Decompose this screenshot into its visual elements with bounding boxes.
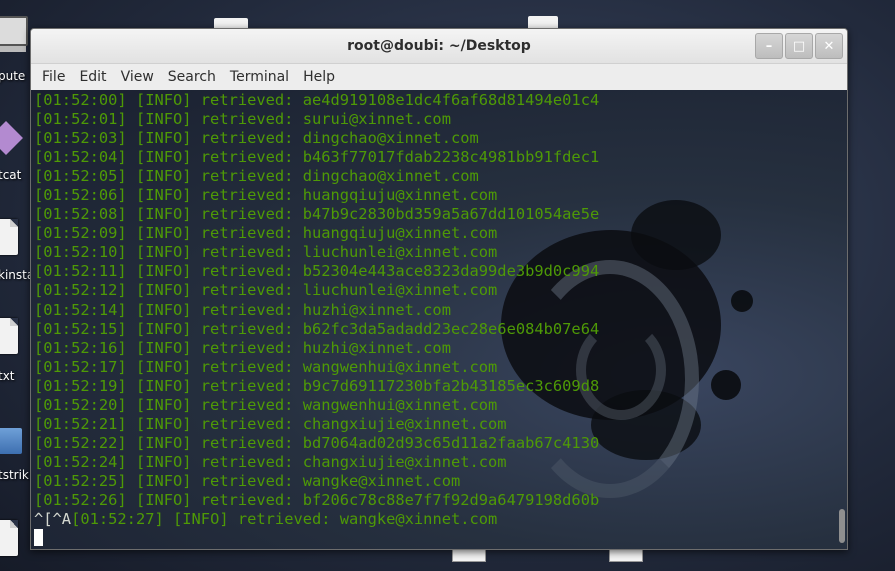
window-title: root@doubi: ~/Desktop	[347, 38, 531, 54]
control-sequence: ^[^A	[34, 510, 72, 529]
menu-view[interactable]: View	[114, 69, 161, 85]
terminal-line: [01:52:11] [INFO] retrieved: b52304e443a…	[34, 262, 600, 281]
terminal-line: [01:52:06] [INFO] retrieved: huangqiuju@…	[34, 186, 498, 205]
terminal-line: [01:52:14] [INFO] retrieved: huzhi@xinne…	[34, 300, 451, 319]
terminal-lines: [01:52:00] [INFO] retrieved: ae4d919108e…	[34, 91, 599, 548]
desktop-icon-label: tcat	[0, 168, 22, 182]
maximize-button[interactable]: □	[785, 33, 813, 59]
terminal-line: [01:52:10] [INFO] retrieved: liuchunlei@…	[34, 243, 498, 262]
menu-edit[interactable]: Edit	[72, 69, 113, 85]
terminal-line: [01:52:00] [INFO] retrieved: ae4d919108e…	[34, 91, 600, 109]
desktop-icon-label: txt	[0, 369, 15, 383]
terminal-line: [01:52:16] [INFO] retrieved: huzhi@xinne…	[34, 338, 451, 357]
terminal-line: [01:52:03] [INFO] retrieved: dingchao@xi…	[34, 129, 479, 148]
terminal-line: [01:52:21] [INFO] retrieved: changxiujie…	[34, 414, 507, 433]
desktop-icon-label: tstrik	[0, 468, 29, 482]
menu-bar: File Edit View Search Terminal Help	[31, 64, 847, 90]
terminal-scrollbar[interactable]	[835, 90, 845, 549]
desktop-icon-label: pute	[0, 69, 26, 83]
terminal-line: [01:52:25] [INFO] retrieved: wangke@xinn…	[34, 471, 461, 490]
terminal-line: [01:52:24] [INFO] retrieved: changxiujie…	[34, 452, 507, 471]
terminal-line: [01:52:05] [INFO] retrieved: dingchao@xi…	[34, 167, 479, 186]
terminal-window[interactable]: root@doubi: ~/Desktop – □ ✕ File Edit Vi…	[30, 28, 848, 550]
desktop-icon-bottom	[609, 548, 643, 562]
text-cursor	[34, 529, 43, 547]
menu-terminal[interactable]: Terminal	[223, 69, 296, 85]
terminal-line: ^[^A[01:52:27] [INFO] retrieved: wangke@…	[34, 510, 599, 529]
folder-icon	[0, 428, 22, 454]
terminal-line: [01:52:09] [INFO] retrieved: huangqiuju@…	[34, 224, 498, 243]
prompt-line[interactable]	[34, 529, 599, 548]
terminal-line: [01:52:12] [INFO] retrieved: liuchunlei@…	[34, 281, 498, 300]
file-icon	[0, 520, 18, 556]
terminal-line: [01:52:17] [INFO] retrieved: wangwenhui@…	[34, 357, 498, 376]
keyboard-icon	[0, 46, 26, 52]
terminal-line: [01:52:22] [INFO] retrieved: bd7064ad02d…	[34, 433, 600, 452]
terminal-line: [01:52:20] [INFO] retrieved: wangwenhui@…	[34, 395, 498, 414]
terminal-line: [01:52:15] [INFO] retrieved: b62fc3da5ad…	[34, 319, 600, 338]
desktop-icon-bottom	[452, 548, 486, 562]
terminal-line: [01:52:01] [INFO] retrieved: surui@xinne…	[34, 110, 451, 129]
computer-icon	[0, 16, 28, 46]
minimize-button[interactable]: –	[755, 33, 783, 59]
menu-file[interactable]: File	[35, 69, 72, 85]
scrollbar-thumb[interactable]	[839, 509, 845, 543]
splatter-decoration	[711, 370, 741, 400]
terminal-line: [01:52:04] [INFO] retrieved: b463f77017f…	[34, 148, 600, 167]
file-icon	[0, 219, 18, 255]
terminal-output[interactable]: [01:52:00] [INFO] retrieved: ae4d919108e…	[31, 90, 847, 549]
menu-help[interactable]: Help	[296, 69, 342, 85]
splatter-decoration	[731, 290, 753, 312]
terminal-line: [01:52:19] [INFO] retrieved: b9c7d691172…	[34, 376, 600, 395]
file-icon	[0, 318, 18, 354]
terminal-line-text: [01:52:27] [INFO] retrieved: wangke@xinn…	[71, 510, 498, 529]
menu-search[interactable]: Search	[161, 69, 223, 85]
terminal-line: [01:52:08] [INFO] retrieved: b47b9c2830b…	[34, 205, 600, 224]
splatter-decoration	[631, 200, 721, 270]
title-bar[interactable]: root@doubi: ~/Desktop – □ ✕	[31, 29, 847, 64]
terminal-line: [01:52:26] [INFO] retrieved: bf206c78c88…	[34, 490, 600, 509]
package-icon	[0, 121, 23, 155]
close-button[interactable]: ✕	[815, 33, 843, 59]
